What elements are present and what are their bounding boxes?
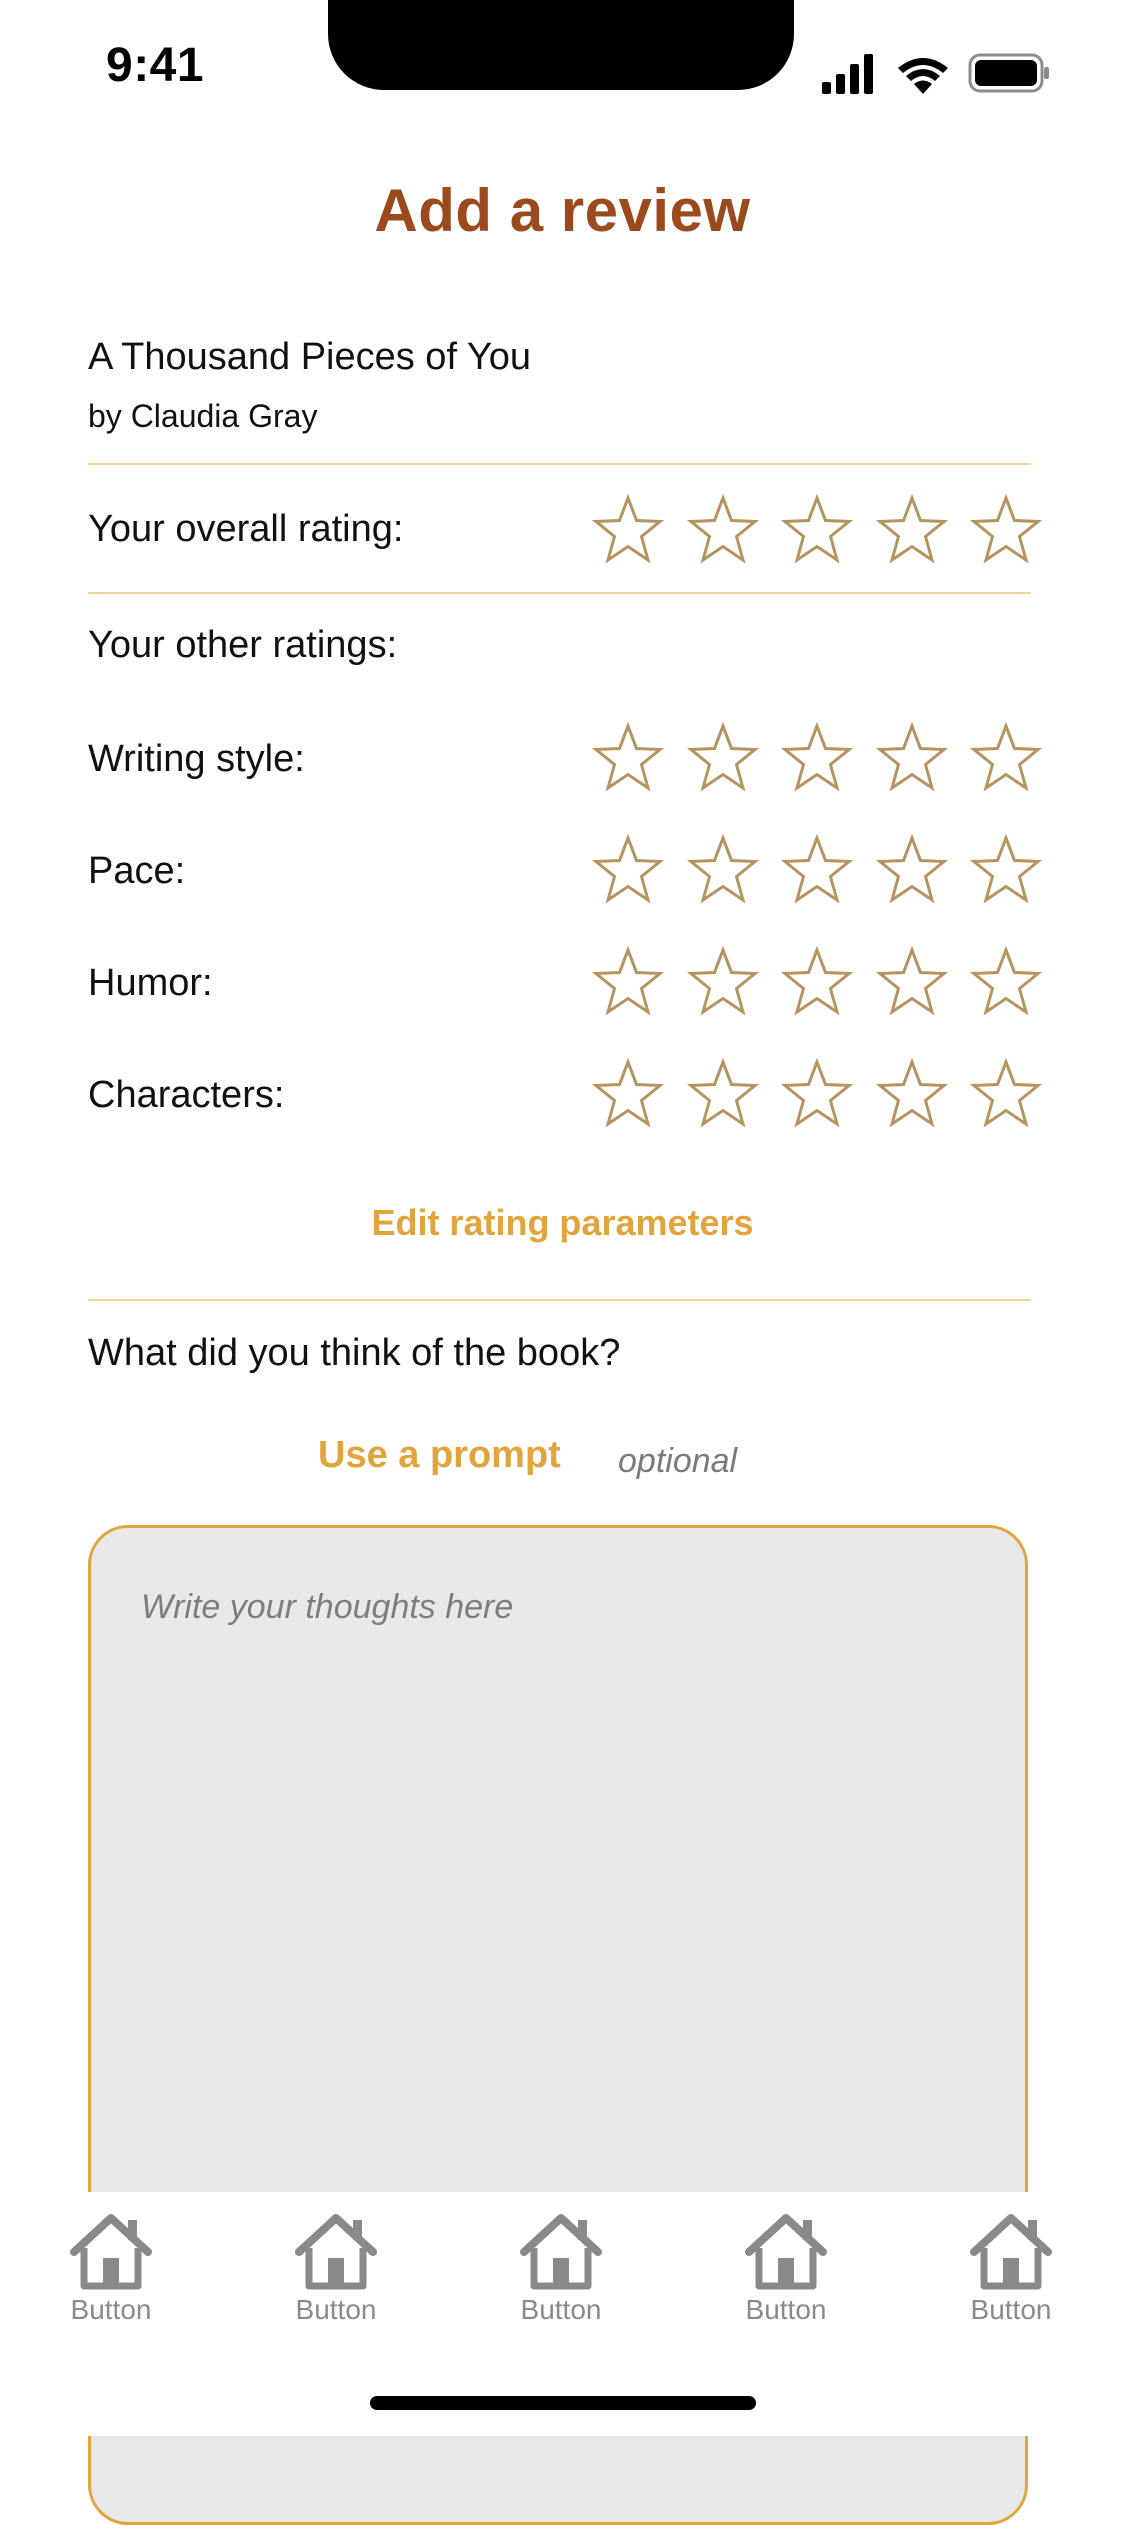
star-icon[interactable]	[592, 834, 664, 906]
home-icon	[931, 2212, 1091, 2290]
star-icon[interactable]	[970, 834, 1042, 906]
star-icon[interactable]	[686, 494, 759, 566]
optional-hint: optional	[618, 1442, 738, 1480]
wifi-icon	[898, 58, 948, 94]
star-icon[interactable]	[875, 494, 948, 566]
status-icons	[822, 52, 1050, 94]
overall-rating-label: Your overall rating:	[88, 508, 404, 550]
star-icon[interactable]	[970, 494, 1042, 566]
tab-label: Button	[295, 2294, 377, 2325]
divider	[88, 1299, 1031, 1301]
tab-button-1[interactable]: Button	[31, 2212, 191, 2326]
characters-stars	[592, 1058, 1042, 1130]
book-author: by Claudia Gray	[88, 398, 318, 434]
star-icon[interactable]	[686, 946, 759, 1018]
home-indicator	[370, 2396, 756, 2410]
characters-label: Characters:	[88, 1074, 285, 1116]
divider	[88, 592, 1031, 594]
star-icon[interactable]	[970, 946, 1042, 1018]
star-icon[interactable]	[686, 834, 759, 906]
cellular-signal-icon	[822, 54, 873, 94]
overall-rating-stars	[592, 494, 1042, 566]
star-icon[interactable]	[970, 1058, 1042, 1130]
star-icon[interactable]	[970, 722, 1042, 794]
star-icon[interactable]	[875, 1058, 948, 1130]
star-icon[interactable]	[592, 946, 664, 1018]
pace-label: Pace:	[88, 850, 186, 892]
tab-button-3[interactable]: Button	[481, 2212, 641, 2326]
writing-style-label: Writing style:	[88, 738, 305, 780]
divider	[88, 463, 1031, 465]
star-icon[interactable]	[592, 494, 664, 566]
home-icon	[256, 2212, 416, 2290]
tab-button-2[interactable]: Button	[256, 2212, 416, 2326]
tab-button-5[interactable]: Button	[931, 2212, 1091, 2326]
star-icon[interactable]	[875, 834, 948, 906]
tab-label: Button	[745, 2294, 827, 2325]
home-icon	[706, 2212, 866, 2290]
home-icon	[31, 2212, 191, 2290]
pace-stars	[592, 834, 1042, 906]
battery-icon	[968, 53, 1049, 93]
status-time: 9:41	[106, 39, 205, 92]
home-icon	[481, 2212, 641, 2290]
star-icon[interactable]	[781, 946, 853, 1018]
star-icon[interactable]	[781, 722, 853, 794]
page-title: Add a review	[374, 177, 751, 244]
book-title: A Thousand Pieces of You	[88, 336, 531, 378]
tab-label: Button	[520, 2294, 602, 2325]
star-icon[interactable]	[781, 834, 853, 906]
tab-button-4[interactable]: Button	[706, 2212, 866, 2326]
device-notch	[328, 0, 794, 90]
writing-style-stars	[592, 722, 1042, 794]
humor-stars	[592, 946, 1042, 1018]
star-icon[interactable]	[592, 722, 664, 794]
tab-label: Button	[970, 2294, 1052, 2325]
humor-label: Humor:	[88, 962, 213, 1004]
star-icon[interactable]	[781, 494, 853, 566]
star-icon[interactable]	[875, 722, 948, 794]
star-icon[interactable]	[875, 946, 948, 1018]
use-prompt-button[interactable]: Use a prompt	[318, 1434, 561, 1477]
star-icon[interactable]	[592, 1058, 664, 1130]
edit-rating-parameters-link[interactable]: Edit rating parameters	[0, 1202, 1125, 1244]
star-icon[interactable]	[781, 1058, 853, 1130]
star-icon[interactable]	[686, 722, 759, 794]
review-question: What did you think of the book?	[88, 1332, 621, 1374]
review-placeholder: Write your thoughts here	[141, 1588, 514, 1626]
star-icon[interactable]	[686, 1058, 759, 1130]
other-ratings-heading: Your other ratings:	[88, 624, 398, 666]
tab-label: Button	[70, 2294, 152, 2325]
